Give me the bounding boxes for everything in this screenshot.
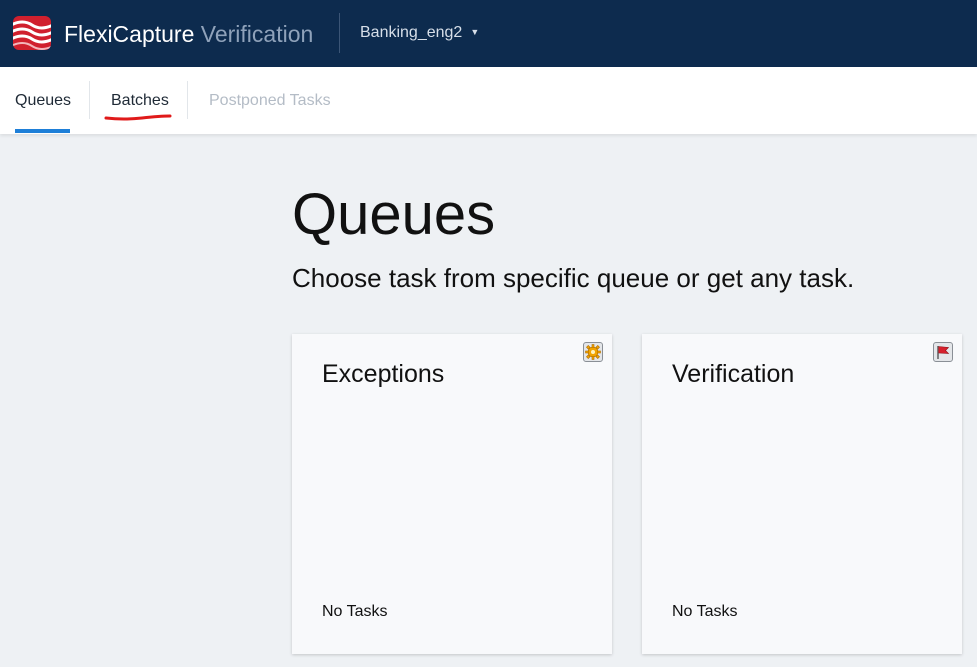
queue-card-verification[interactable]: Verification No Tasks xyxy=(642,334,962,654)
card-title: Exceptions xyxy=(322,360,445,388)
flexicapture-logo-icon xyxy=(13,16,51,50)
caret-down-icon: ▼ xyxy=(470,27,480,37)
page-subtitle: Choose task from specific queue or get a… xyxy=(292,263,855,293)
app-product: Verification xyxy=(200,21,314,47)
flag-icon xyxy=(933,342,953,362)
tab-bar: Queues Batches Postponed Tasks xyxy=(0,67,977,134)
card-status: No Tasks xyxy=(322,603,388,620)
card-title: Verification xyxy=(672,360,795,388)
header-divider xyxy=(339,13,340,53)
project-selector[interactable]: Banking_eng2 ▼ xyxy=(360,24,479,42)
tab-divider xyxy=(187,81,188,119)
queue-card-exceptions[interactable]: Exceptions No Tasks xyxy=(292,334,612,654)
project-name: Banking_eng2 xyxy=(360,24,463,41)
tab-divider xyxy=(89,81,90,119)
app-brand: FlexiCapture xyxy=(64,21,195,47)
card-status: No Tasks xyxy=(672,603,738,620)
tab-batches[interactable]: Batches xyxy=(111,92,169,110)
red-underline-annotation xyxy=(104,114,172,121)
tab-queues[interactable]: Queues xyxy=(15,92,71,110)
app-title: FlexiCapture Verification xyxy=(64,20,313,48)
page-title: Queues xyxy=(292,182,496,247)
gear-icon xyxy=(583,342,603,362)
tab-postponed-tasks[interactable]: Postponed Tasks xyxy=(209,92,331,110)
top-bar: FlexiCapture Verification Banking_eng2 ▼ xyxy=(0,0,977,67)
active-tab-indicator xyxy=(15,129,70,133)
